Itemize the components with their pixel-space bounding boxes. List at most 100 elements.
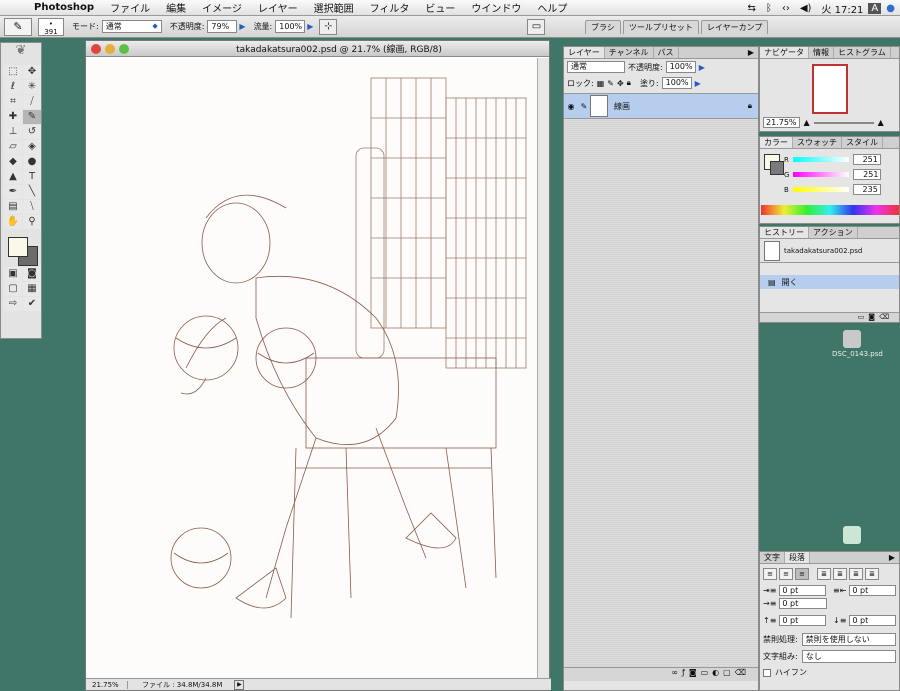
fullscreen-mode-icon[interactable]: ▦: [23, 282, 41, 296]
menu-file[interactable]: ファイル: [102, 0, 158, 15]
menu-edit[interactable]: 編集: [158, 0, 194, 15]
zoom-out-icon[interactable]: ▲: [804, 118, 810, 127]
bucket-tool-icon[interactable]: ◈: [23, 140, 41, 154]
channel-r-slider[interactable]: [792, 157, 849, 162]
imageready-icon[interactable]: ⇨: [4, 297, 22, 311]
zoom-level[interactable]: 21.75%: [86, 680, 128, 689]
canvas[interactable]: [86, 58, 539, 680]
snapshot-icon[interactable]: ◙: [868, 313, 879, 321]
mode-select[interactable]: 通常 ◆: [101, 20, 162, 33]
justify-last-right-icon[interactable]: ≣: [849, 568, 863, 580]
standard-mode-icon[interactable]: ▣: [4, 267, 22, 281]
justify-all-icon[interactable]: ≣: [865, 568, 879, 580]
menu-filter[interactable]: フィルタ: [362, 0, 418, 15]
navigator-zoom-value[interactable]: 21.75%: [763, 117, 800, 128]
opacity-arrow-icon[interactable]: ▶: [239, 22, 245, 31]
history-snapshot[interactable]: takadakatsura002.psd: [760, 239, 899, 263]
tab-histogram[interactable]: ヒストグラム: [834, 47, 891, 58]
tab-swatches[interactable]: スウォッチ: [793, 137, 842, 148]
volume-icon[interactable]: ◀): [795, 3, 817, 14]
color-swatches[interactable]: [5, 235, 41, 266]
pen-tool-icon[interactable]: ✒: [4, 185, 22, 199]
well-tab-brushes[interactable]: ブラシ: [585, 20, 621, 34]
menu-image[interactable]: イメージ: [194, 0, 250, 15]
align-left-icon[interactable]: ≡: [763, 568, 777, 580]
align-right-icon[interactable]: ≡: [795, 568, 809, 580]
desktop-file[interactable]: DSC_0143.psd: [832, 330, 883, 358]
clock[interactable]: 火 17:21: [816, 1, 868, 16]
zoom-slider[interactable]: [813, 121, 874, 124]
lock-transparency-icon[interactable]: ▦: [597, 79, 605, 88]
tab-history[interactable]: ヒストリー: [760, 227, 809, 238]
zoom-in-icon[interactable]: ▲: [878, 118, 884, 127]
justify-last-center-icon[interactable]: ≣: [833, 568, 847, 580]
slice-tool-icon[interactable]: ⧸: [23, 95, 41, 109]
bluetooth-icon[interactable]: ᛒ: [761, 3, 777, 14]
brush-tool-preset-icon[interactable]: ✎: [4, 17, 32, 36]
file-browser-icon[interactable]: ▭: [527, 18, 546, 35]
space-before-input[interactable]: 0 pt: [779, 615, 826, 626]
mask-icon[interactable]: ◙: [689, 668, 701, 677]
eyedropper-tool-icon[interactable]: ⧹: [23, 200, 41, 214]
kinsoku-select[interactable]: 禁則を使用しない: [801, 633, 896, 646]
indent-right-input[interactable]: 0 pt: [849, 585, 896, 596]
zoom-icon[interactable]: [119, 43, 129, 54]
menu-view[interactable]: ビュー: [417, 0, 463, 15]
history-brush-tool-icon[interactable]: ↺: [23, 125, 41, 139]
dodge-tool-icon[interactable]: ●: [23, 155, 41, 169]
color-spectrum[interactable]: [761, 205, 899, 215]
tab-navigator[interactable]: ナビゲータ: [760, 47, 809, 58]
panel-menu-icon[interactable]: ▶: [744, 47, 758, 58]
tab-actions[interactable]: アクション: [809, 227, 858, 238]
feather-icon[interactable]: ❦: [1, 43, 41, 63]
layer-name[interactable]: 線画: [614, 101, 630, 112]
screen-mode-icon[interactable]: ▢: [4, 282, 22, 296]
tab-paragraph[interactable]: 段落: [785, 552, 810, 563]
layer-style-icon[interactable]: ƒ: [682, 668, 689, 677]
history-item[interactable]: ▤ 開く: [760, 275, 899, 289]
menu-window[interactable]: ウインドウ: [463, 0, 529, 15]
channel-g-value[interactable]: 251: [853, 169, 882, 180]
tab-color[interactable]: カラー: [760, 137, 793, 148]
tab-character[interactable]: 文字: [760, 552, 785, 563]
path-select-tool-icon[interactable]: ▲: [4, 170, 22, 184]
stamp-tool-icon[interactable]: ⊥: [4, 125, 22, 139]
new-layer-icon[interactable]: ▢: [723, 668, 735, 677]
channel-g-slider[interactable]: [793, 172, 850, 177]
flow-arrow-icon[interactable]: ▶: [307, 22, 313, 31]
app-menu[interactable]: Photoshop: [26, 2, 102, 13]
airbrush-icon[interactable]: ⊹: [319, 18, 338, 35]
tab-paths[interactable]: パス: [654, 47, 679, 58]
layer-row[interactable]: ◉ ✎ 線画 🔒︎: [564, 93, 758, 119]
link-icon[interactable]: ∞: [671, 668, 682, 677]
opacity-input[interactable]: 79%: [207, 20, 238, 33]
lock-move-icon[interactable]: ✥: [617, 79, 624, 88]
marquee-tool-icon[interactable]: ⬚: [4, 65, 22, 79]
trash-icon[interactable]: ⌫: [735, 668, 750, 677]
adjustment-icon[interactable]: ◐: [712, 668, 723, 677]
tab-info[interactable]: 情報: [809, 47, 834, 58]
zoom-tool-icon[interactable]: ⚲: [23, 215, 41, 229]
layer-opacity-input[interactable]: 100%: [665, 61, 696, 73]
indent-left-input[interactable]: 0 pt: [779, 585, 826, 596]
channel-b-slider[interactable]: [792, 187, 849, 192]
menu-layer[interactable]: レイヤー: [250, 0, 306, 15]
lasso-tool-icon[interactable]: ℓ: [4, 80, 22, 94]
channel-b-value[interactable]: 235: [852, 184, 881, 195]
input-method-icon[interactable]: A: [868, 2, 882, 14]
notes-tool-icon[interactable]: ▤: [4, 200, 22, 214]
eye-icon[interactable]: ◉: [564, 102, 578, 111]
brush-size-picker[interactable]: • 391: [38, 17, 64, 36]
paragraph-menu-icon[interactable]: ▶: [885, 552, 899, 563]
navigator-preview[interactable]: [811, 64, 848, 114]
tab-styles[interactable]: スタイル: [842, 137, 883, 148]
fill-input[interactable]: 100%: [661, 77, 692, 89]
indent-first-input[interactable]: 0 pt: [779, 598, 828, 609]
new-set-icon[interactable]: ▭: [701, 668, 713, 677]
opacity-slider-icon[interactable]: ▶: [699, 63, 705, 72]
display-icon[interactable]: ‹›: [777, 3, 795, 14]
blur-tool-icon[interactable]: ◆: [4, 155, 22, 169]
type-tool-icon[interactable]: T: [23, 170, 41, 184]
move-tool-icon[interactable]: ✥: [23, 65, 41, 79]
tab-layers[interactable]: レイヤー: [564, 47, 605, 58]
